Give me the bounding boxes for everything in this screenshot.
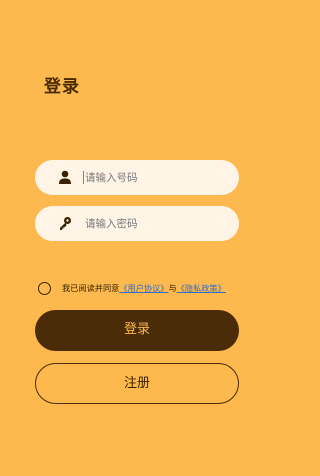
page-title: 登录 [44,77,80,97]
key-icon [60,217,71,230]
password-field[interactable] [35,206,239,241]
text-cursor [83,171,84,184]
user-agreement-link[interactable]: 《用户协议》 [119,283,168,293]
agreement-row: 我已阅读并同意《用户协议》与《隐私政策》 [38,281,252,297]
phone-field[interactable] [35,160,239,195]
login-button[interactable]: 登录 [35,310,239,351]
agreement-prefix: 我已阅读并同意 [62,283,120,293]
agreement-and: 与 [168,283,177,293]
agreement-checkbox[interactable] [38,282,51,295]
password-input[interactable] [85,206,231,241]
phone-input[interactable] [85,160,231,195]
privacy-policy-link[interactable]: 《隐私政策》 [177,283,226,293]
agreement-text: 我已阅读并同意《用户协议》与《隐私政策》 [62,282,226,294]
register-button[interactable]: 注册 [35,363,239,404]
user-icon [59,170,71,184]
